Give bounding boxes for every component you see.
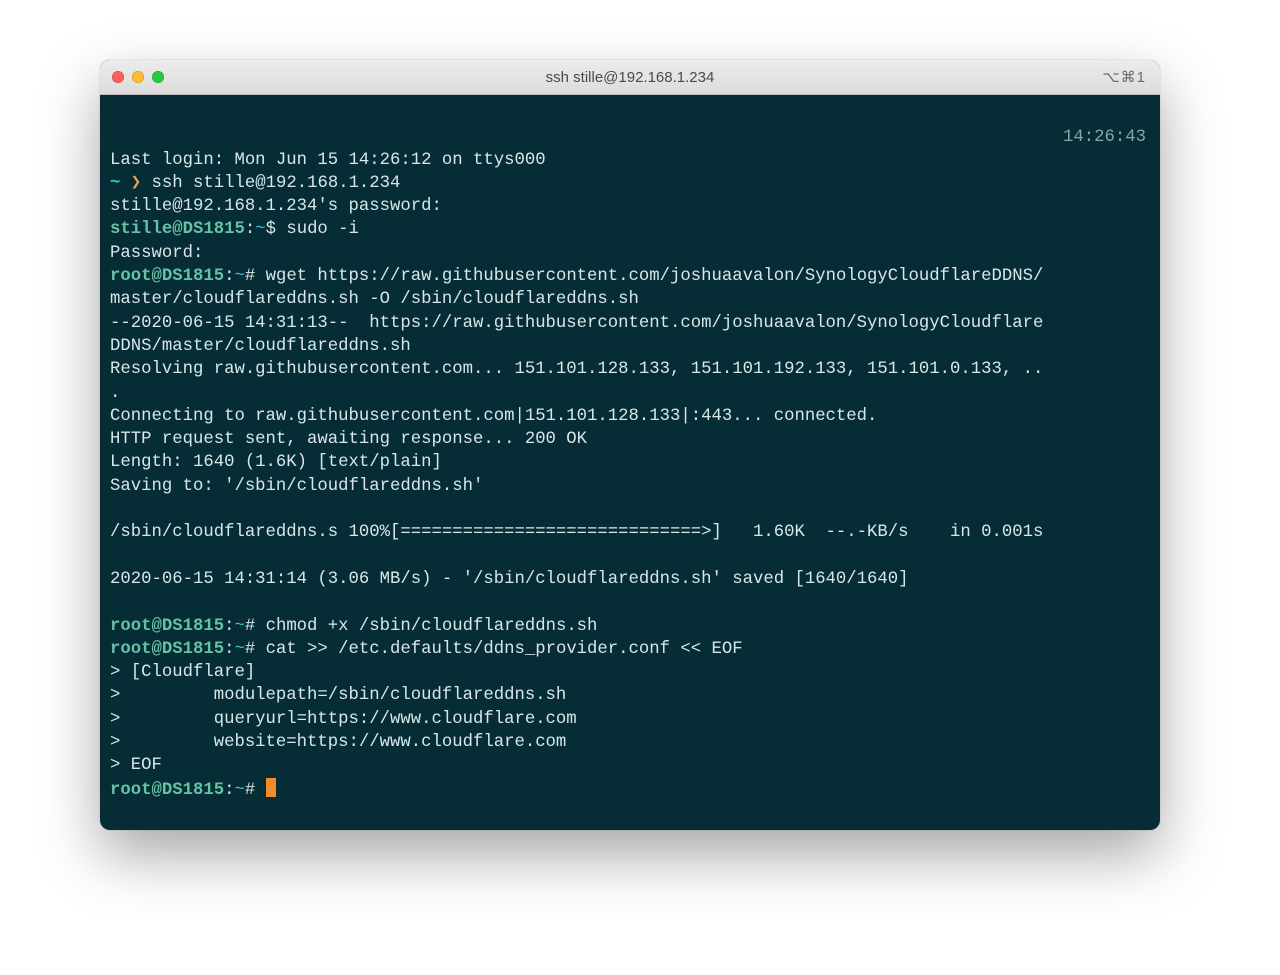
prompt-root-path: ~ xyxy=(234,267,244,286)
prompt-root-userhost: root@DS1815 xyxy=(110,617,224,636)
colon: : xyxy=(224,617,234,636)
cmd-wget-1: wget https://raw.githubusercontent.com/j… xyxy=(255,267,1043,286)
prompt-stille-userhost: stille@DS1815 xyxy=(110,220,245,239)
blank xyxy=(110,593,120,612)
traffic-lights xyxy=(112,71,164,83)
wget-resolving: Resolving raw.githubusercontent.com... 1… xyxy=(110,360,1043,379)
cmd-chmod: chmod +x /sbin/cloudflareddns.sh xyxy=(255,617,597,636)
cmd-cat-heredoc: cat >> /etc.defaults/ddns_provider.conf … xyxy=(255,640,742,659)
heredoc-line: > queryurl=https://www.cloudflare.com xyxy=(110,710,577,729)
wget-connecting: Connecting to raw.githubusercontent.com|… xyxy=(110,407,877,426)
wget-out-2: DDNS/master/cloudflareddns.sh xyxy=(110,337,411,356)
colon: : xyxy=(224,267,234,286)
colon: : xyxy=(224,781,234,800)
prompt-root-path: ~ xyxy=(234,617,244,636)
colon: : xyxy=(224,640,234,659)
heredoc-line: > EOF xyxy=(110,756,162,775)
prompt-root-path: ~ xyxy=(234,781,244,800)
password-prompt-1: stille@192.168.1.234's password: xyxy=(110,197,442,216)
wget-http: HTTP request sent, awaiting response... … xyxy=(110,430,587,449)
prompt-root-path: ~ xyxy=(234,640,244,659)
heredoc-line: > website=https://www.cloudflare.com xyxy=(110,733,566,752)
dollar: $ xyxy=(266,220,276,239)
prompt-root-userhost: root@DS1815 xyxy=(110,267,224,286)
blank xyxy=(110,547,120,566)
terminal-window: ssh stille@192.168.1.234 ⌥⌘1 14:26:43 La… xyxy=(100,60,1160,830)
wget-saved: 2020-06-15 14:31:14 (3.06 MB/s) - '/sbin… xyxy=(110,570,909,589)
hash: # xyxy=(245,781,255,800)
wget-progress: /sbin/cloudflareddns.s 100%[============… xyxy=(110,523,1043,542)
prompt-root-userhost: root@DS1815 xyxy=(110,640,224,659)
hash: # xyxy=(245,640,255,659)
cursor-icon xyxy=(266,778,276,797)
prompt-local-arrow-icon: ❯ xyxy=(131,174,141,193)
wget-length: Length: 1640 (1.6K) [text/plain] xyxy=(110,453,442,472)
prompt-stille-path: ~ xyxy=(255,220,265,239)
hash: # xyxy=(245,617,255,636)
titlebar: ssh stille@192.168.1.234 ⌥⌘1 xyxy=(100,60,1160,95)
window-shortcut: ⌥⌘1 xyxy=(1102,68,1146,86)
zoom-icon[interactable] xyxy=(152,71,164,83)
prompt-root-userhost: root@DS1815 xyxy=(110,781,224,800)
close-icon[interactable] xyxy=(112,71,124,83)
heredoc-line: > [Cloudflare] xyxy=(110,663,255,682)
wget-resolving-cont: . xyxy=(110,384,120,403)
prompt-local-path: ~ xyxy=(110,174,131,193)
hash: # xyxy=(245,267,255,286)
cmd-wget-2: master/cloudflareddns.sh -O /sbin/cloudf… xyxy=(110,290,639,309)
last-login: Last login: Mon Jun 15 14:26:12 on ttys0… xyxy=(110,151,546,170)
cmd-sudo: sudo -i xyxy=(276,220,359,239)
heredoc-line: > modulepath=/sbin/cloudflareddns.sh xyxy=(110,686,566,705)
wget-out-1: --2020-06-15 14:31:13-- https://raw.gith… xyxy=(110,314,1043,333)
wget-saving: Saving to: '/sbin/cloudflareddns.sh' xyxy=(110,477,483,496)
timestamp: 14:26:43 xyxy=(1063,126,1146,149)
terminal-body[interactable]: 14:26:43 Last login: Mon Jun 15 14:26:12… xyxy=(100,95,1160,830)
minimize-icon[interactable] xyxy=(132,71,144,83)
colon: : xyxy=(245,220,255,239)
window-title: ssh stille@192.168.1.234 xyxy=(100,69,1160,86)
blank xyxy=(110,500,120,519)
cmd-ssh: ssh stille@192.168.1.234 xyxy=(141,174,400,193)
password-prompt-2: Password: xyxy=(110,244,203,263)
